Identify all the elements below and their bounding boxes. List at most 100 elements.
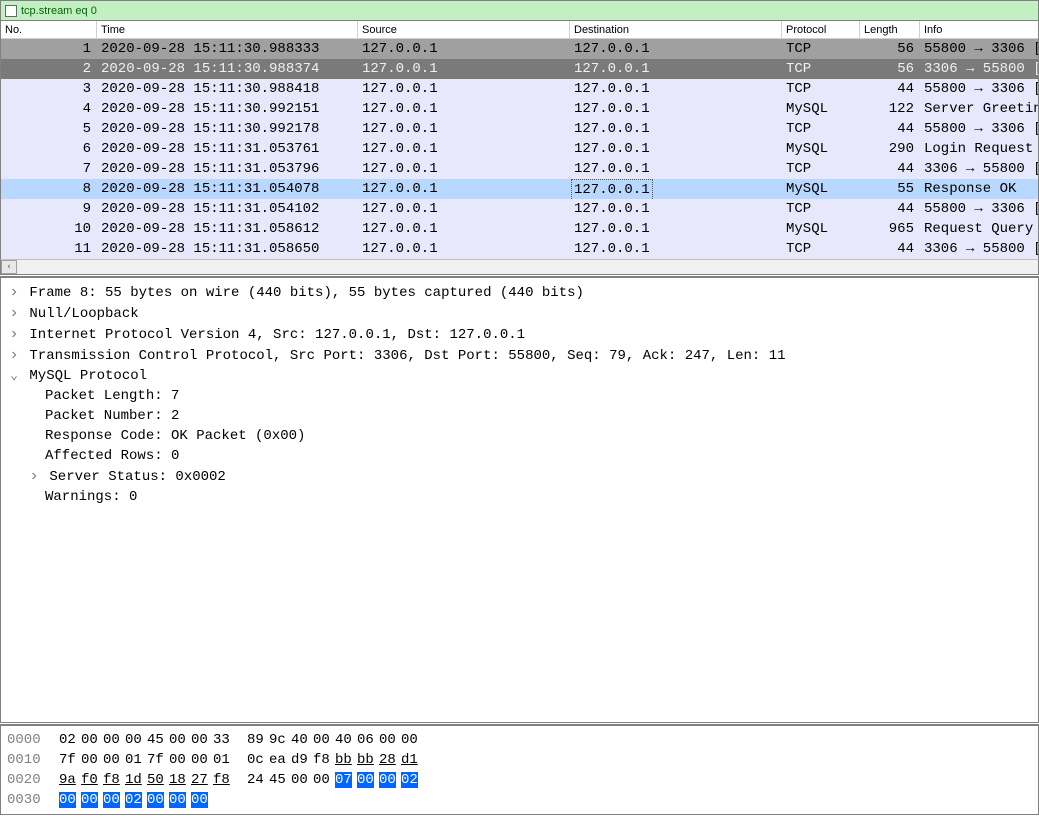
packet-row[interactable]: 82020-09-28 15:11:31.054078127.0.0.1127.… [1, 179, 1038, 199]
hex-byte[interactable]: f8 [103, 770, 125, 790]
hex-byte[interactable]: bb [357, 750, 379, 770]
tree-null-loopback[interactable]: Null/Loopback [1, 303, 1038, 324]
hex-byte[interactable]: 01 [125, 750, 147, 770]
hex-byte[interactable]: 00 [103, 730, 125, 750]
hex-row[interactable]: 00209af0f81d501827f82445000007000002 [7, 770, 1032, 790]
hex-byte[interactable]: 00 [169, 790, 191, 810]
packet-list-header[interactable]: No. Time Source Destination Protocol Len… [1, 21, 1038, 39]
hex-byte[interactable]: 0c [247, 750, 269, 770]
hex-byte[interactable]: 00 [81, 750, 103, 770]
hex-byte[interactable]: 07 [335, 770, 357, 790]
column-header-time[interactable]: Time [97, 21, 358, 38]
hex-byte[interactable]: bb [335, 750, 357, 770]
hex-row[interactable]: 00107f0000017f0000010cead9f8bbbb28d1 [7, 750, 1032, 770]
column-header-info[interactable]: Info [920, 21, 1038, 38]
hex-row[interactable]: 003000000002000000 [7, 790, 1032, 810]
hex-byte[interactable]: 00 [191, 730, 213, 750]
packet-row[interactable]: 92020-09-28 15:11:31.054102127.0.0.1127.… [1, 199, 1038, 219]
hex-byte[interactable]: 9c [269, 730, 291, 750]
packet-row[interactable]: 102020-09-28 15:11:31.058612127.0.0.1127… [1, 219, 1038, 239]
hex-byte[interactable]: 00 [191, 790, 213, 810]
hex-byte[interactable]: 02 [401, 770, 423, 790]
hex-byte[interactable]: 00 [313, 730, 335, 750]
tree-affected-rows[interactable]: Affected Rows: 0 [1, 446, 1038, 466]
tree-warnings[interactable]: Warnings: 0 [1, 487, 1038, 507]
hex-byte[interactable]: ea [269, 750, 291, 770]
packet-list-scrollbar[interactable]: ‹ [0, 259, 1039, 275]
hex-byte[interactable]: d9 [291, 750, 313, 770]
hex-byte[interactable]: 02 [59, 730, 81, 750]
hex-byte[interactable]: 7f [59, 750, 81, 770]
chevron-right-icon[interactable] [7, 303, 21, 324]
hex-byte[interactable]: 00 [357, 770, 379, 790]
scroll-left-button[interactable]: ‹ [1, 260, 17, 274]
hex-byte[interactable]: 00 [379, 730, 401, 750]
hex-byte[interactable]: 27 [191, 770, 213, 790]
packet-row[interactable]: 42020-09-28 15:11:30.992151127.0.0.1127.… [1, 99, 1038, 119]
hex-byte[interactable]: 1d [125, 770, 147, 790]
packet-row[interactable]: 62020-09-28 15:11:31.053761127.0.0.1127.… [1, 139, 1038, 159]
tree-mysql[interactable]: MySQL Protocol [1, 366, 1038, 386]
hex-byte[interactable]: d1 [401, 750, 423, 770]
hex-byte[interactable]: 40 [291, 730, 313, 750]
packet-row[interactable]: 32020-09-28 15:11:30.988418127.0.0.1127.… [1, 79, 1038, 99]
hex-byte[interactable]: f8 [313, 750, 335, 770]
tree-packet-length[interactable]: Packet Length: 7 [1, 386, 1038, 406]
hex-byte[interactable]: 00 [379, 770, 401, 790]
hex-byte[interactable]: 00 [59, 790, 81, 810]
column-header-source[interactable]: Source [358, 21, 570, 38]
hex-byte[interactable]: 45 [147, 730, 169, 750]
hex-byte[interactable]: 00 [401, 730, 423, 750]
tree-frame[interactable]: Frame 8: 55 bytes on wire (440 bits), 55… [1, 282, 1038, 303]
hex-byte[interactable]: f8 [213, 770, 235, 790]
tree-ip[interactable]: Internet Protocol Version 4, Src: 127.0.… [1, 324, 1038, 345]
hex-byte[interactable]: 00 [147, 790, 169, 810]
column-header-no[interactable]: No. [1, 21, 97, 38]
hex-byte[interactable]: 7f [147, 750, 169, 770]
packet-row[interactable]: 112020-09-28 15:11:31.058650127.0.0.1127… [1, 239, 1038, 259]
packet-row[interactable]: 52020-09-28 15:11:30.992178127.0.0.1127.… [1, 119, 1038, 139]
column-header-protocol[interactable]: Protocol [782, 21, 860, 38]
chevron-right-icon[interactable] [7, 345, 21, 366]
hex-byte[interactable]: 18 [169, 770, 191, 790]
packet-row[interactable]: 12020-09-28 15:11:30.988333127.0.0.1127.… [1, 39, 1038, 59]
bookmark-filter-icon[interactable] [5, 5, 17, 17]
hex-byte[interactable]: 50 [147, 770, 169, 790]
hex-byte[interactable]: 00 [291, 770, 313, 790]
hex-byte[interactable]: 24 [247, 770, 269, 790]
hex-byte[interactable]: 45 [269, 770, 291, 790]
packet-row[interactable]: 72020-09-28 15:11:31.053796127.0.0.1127.… [1, 159, 1038, 179]
chevron-right-icon[interactable] [7, 324, 21, 345]
hex-byte[interactable]: 00 [169, 750, 191, 770]
hex-byte[interactable]: 89 [247, 730, 269, 750]
hex-byte[interactable]: 00 [313, 770, 335, 790]
tree-server-status[interactable]: Server Status: 0x0002 [1, 466, 1038, 487]
hex-byte[interactable]: 00 [81, 790, 103, 810]
hex-byte[interactable]: f0 [81, 770, 103, 790]
hex-byte[interactable]: 00 [125, 730, 147, 750]
hex-byte[interactable]: 33 [213, 730, 235, 750]
hex-byte[interactable]: 9a [59, 770, 81, 790]
hex-byte[interactable]: 40 [335, 730, 357, 750]
column-header-length[interactable]: Length [860, 21, 920, 38]
hex-byte[interactable]: 00 [81, 730, 103, 750]
hex-byte[interactable]: 00 [103, 750, 125, 770]
chevron-down-icon[interactable] [7, 366, 21, 386]
hex-byte[interactable]: 00 [169, 730, 191, 750]
tree-packet-number[interactable]: Packet Number: 2 [1, 406, 1038, 426]
hex-byte[interactable]: 00 [103, 790, 125, 810]
packet-row[interactable]: 22020-09-28 15:11:30.988374127.0.0.1127.… [1, 59, 1038, 79]
tree-tcp[interactable]: Transmission Control Protocol, Src Port:… [1, 345, 1038, 366]
column-header-dest[interactable]: Destination [570, 21, 782, 38]
hex-byte[interactable]: 06 [357, 730, 379, 750]
chevron-right-icon[interactable] [7, 282, 21, 303]
hex-row[interactable]: 00000200000045000033899c400040060000 [7, 730, 1032, 750]
display-filter-input[interactable] [21, 5, 1034, 17]
hex-byte[interactable]: 01 [213, 750, 235, 770]
chevron-right-icon[interactable] [27, 466, 41, 487]
hex-byte[interactable]: 02 [125, 790, 147, 810]
tree-response-code[interactable]: Response Code: OK Packet (0x00) [1, 426, 1038, 446]
hex-byte[interactable]: 28 [379, 750, 401, 770]
hex-byte[interactable]: 00 [191, 750, 213, 770]
hex-dump-pane[interactable]: 00000200000045000033899c4000400600000010… [0, 725, 1039, 815]
